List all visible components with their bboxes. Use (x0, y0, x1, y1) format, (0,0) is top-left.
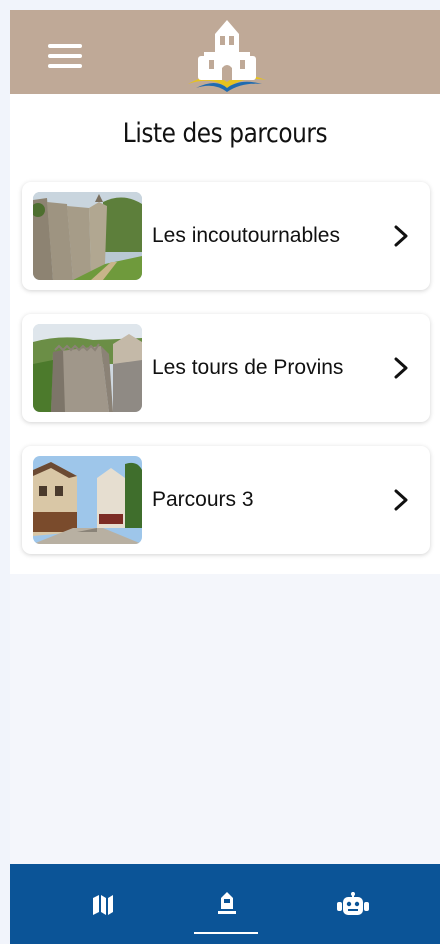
nav-map-button[interactable] (32, 864, 172, 944)
hamburger-menu-icon[interactable] (48, 44, 82, 68)
nav-robot-button[interactable] (280, 864, 420, 944)
route-card-parcours-3[interactable]: Parcours 3 (22, 446, 430, 554)
chevron-right-icon (394, 489, 408, 511)
device-frame: Liste des parcours Les incoutournables L… (0, 0, 440, 944)
tower-photo (33, 324, 142, 412)
route-list-section: Liste des parcours Les incoutournables L… (10, 94, 440, 864)
castle-logo-icon (188, 20, 266, 92)
ramparts-photo (33, 192, 142, 280)
chevron-right-icon (394, 357, 408, 379)
bottom-navigation (10, 864, 440, 944)
route-label: Parcours 3 (152, 488, 254, 511)
route-card-incoutournables[interactable]: Les incoutournables (22, 182, 430, 290)
chevron-right-icon (394, 225, 408, 247)
top-app-bar (10, 10, 440, 94)
route-label: Les tours de Provins (152, 356, 344, 379)
tower-icon (218, 892, 236, 914)
app-screen: Liste des parcours Les incoutournables L… (10, 10, 440, 944)
nav-active-indicator (194, 932, 258, 934)
page-title: Liste des parcours (122, 118, 328, 149)
map-icon (93, 895, 113, 915)
street-photo (33, 456, 142, 544)
robot-icon (337, 892, 369, 915)
route-card-tours-de-provins[interactable]: Les tours de Provins (22, 314, 430, 422)
route-label: Les incoutournables (152, 224, 340, 247)
